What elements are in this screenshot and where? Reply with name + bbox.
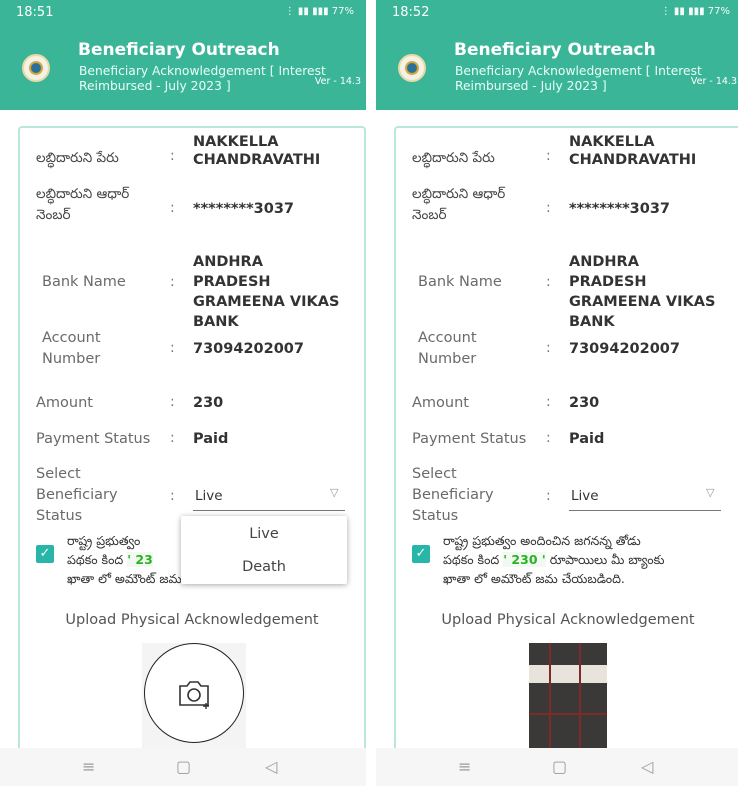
home-icon[interactable]: ▢ — [552, 757, 567, 776]
app-subtitle: Beneficiary Acknowledgement [ Interest R… — [79, 64, 326, 93]
payment-status-label: Payment Status — [36, 431, 151, 447]
dropdown-option-live[interactable]: Live — [181, 526, 347, 542]
phone-screen-right: 18:52 ⋮ ▮▮ ▮▮▮ 77% Beneficiary Outreach … — [376, 0, 738, 786]
beneficiary-card: లబ్ధిదారుని పేరు : NAKKELLA CHANDRAVATHI… — [18, 126, 366, 766]
colon: : — [170, 340, 175, 356]
app-logo — [22, 54, 50, 82]
name-label: లబ్ధిదారుని పేరు — [412, 150, 495, 166]
payment-status-label: Payment Status — [412, 431, 527, 447]
colon: : — [546, 340, 551, 356]
payment-status-value: Paid — [193, 431, 229, 447]
account-label: Account Number — [418, 330, 477, 367]
colon: : — [546, 394, 551, 410]
bank-value: ANDHRA PRADESH GRAMEENA VIKAS BANK — [569, 254, 716, 330]
upload-area[interactable] — [142, 643, 246, 751]
consent-line-1: రాష్ట్ర ప్రభుత్వం అందించిన జగనన్న తోడు — [443, 533, 641, 548]
app-title: Beneficiary Outreach — [454, 40, 656, 60]
account-label: Account Number — [42, 330, 101, 367]
amount-value: 230 — [193, 395, 224, 411]
consent-text: రాష్ట్ర ప్రభుత్వం అందించిన జగనన్న తోడు ప… — [443, 531, 713, 588]
status-icons: ⋮ ▮▮ ▮▮▮ 77% — [660, 6, 730, 17]
aadhaar-label: లబ్ధిదారుని ఆధార్ నెంబర్ — [412, 186, 506, 223]
aadhaar-value: ********3037 — [569, 201, 671, 217]
bank-value: ANDHRA PRADESH GRAMEENA VIKAS BANK — [193, 254, 340, 330]
status-dropdown-menu: Live Death — [181, 516, 347, 584]
colon: : — [170, 200, 175, 216]
menu-icon[interactable]: ≡ — [458, 757, 471, 776]
battery-level: 77% — [331, 6, 354, 17]
amount-label: Amount — [412, 395, 469, 411]
account-value: 73094202007 — [193, 341, 304, 357]
consent-line-2: పథకం కింద ' 230 ' రూపాయిలు మీ బ్యాంకు — [443, 552, 665, 567]
colon: : — [170, 488, 175, 504]
camera-button[interactable] — [144, 643, 244, 743]
battery-level: 77% — [707, 6, 730, 17]
phone-screen-left: 18:51 ⋮ ▮▮ ▮▮▮ 77% Beneficiary Outreach … — [0, 0, 366, 786]
app-title: Beneficiary Outreach — [78, 40, 280, 60]
app-logo — [398, 54, 426, 82]
beneficiary-status-label: Select Beneficiary Status — [412, 466, 494, 524]
name-label: లబ్ధిదారుని పేరు — [36, 150, 119, 166]
uploaded-photo-thumbnail[interactable] — [529, 643, 607, 751]
camera-icon — [179, 681, 209, 709]
chevron-down-icon[interactable]: ▽ — [330, 486, 338, 499]
status-icons: ⋮ ▮▮ ▮▮▮ 77% — [284, 6, 354, 17]
select-value[interactable]: Live — [195, 488, 223, 504]
amount-label: Amount — [36, 395, 93, 411]
status-time: 18:51 — [16, 5, 54, 20]
beneficiary-status-label: Select Beneficiary Status — [36, 466, 118, 524]
beneficiary-card: లబ్ధిదారుని పేరు : NAKKELLA CHANDRAVATHI… — [394, 126, 738, 766]
colon: : — [546, 148, 551, 164]
status-time: 18:52 — [392, 5, 430, 20]
colon: : — [170, 148, 175, 164]
upload-title: Upload Physical Acknowledgement — [441, 612, 695, 628]
aadhaar-value: ********3037 — [193, 201, 295, 217]
system-nav-bar: ≡ ▢ ◁ — [376, 748, 738, 786]
upload-title: Upload Physical Acknowledgement — [65, 612, 319, 628]
app-version: Ver - 14.3 — [314, 76, 361, 87]
consent-checkbox[interactable]: ✓ — [36, 545, 54, 563]
status-bar: 18:51 ⋮ ▮▮ ▮▮▮ 77% — [0, 0, 366, 26]
aadhaar-label: లబ్ధిదారుని ఆధార్ నెంబర్ — [36, 186, 130, 223]
chevron-down-icon[interactable]: ▽ — [706, 486, 714, 499]
select-underline — [193, 510, 345, 511]
colon: : — [170, 394, 175, 410]
consent-line-3: ఖాతా లో అమౌంట్ జమ చేయబడింది. — [443, 571, 625, 586]
back-icon[interactable]: ◁ — [265, 757, 277, 776]
select-value[interactable]: Live — [571, 488, 599, 504]
colon: : — [546, 430, 551, 446]
dropdown-option-death[interactable]: Death — [181, 559, 347, 575]
colon: : — [170, 430, 175, 446]
colon: : — [546, 200, 551, 216]
back-icon[interactable]: ◁ — [641, 757, 653, 776]
app-version: Ver - 14.3 — [690, 76, 737, 87]
amount-value: 230 — [569, 395, 600, 411]
payment-status-value: Paid — [569, 431, 605, 447]
home-icon[interactable]: ▢ — [176, 757, 191, 776]
bank-label: Bank Name — [418, 274, 502, 290]
system-nav-bar: ≡ ▢ ◁ — [0, 748, 366, 786]
status-bar: 18:52 ⋮ ▮▮ ▮▮▮ 77% — [376, 0, 738, 26]
account-value: 73094202007 — [569, 341, 680, 357]
colon: : — [170, 274, 175, 290]
bank-label: Bank Name — [42, 274, 126, 290]
colon: : — [546, 488, 551, 504]
colon: : — [546, 274, 551, 290]
app-header: 18:52 ⋮ ▮▮ ▮▮▮ 77% Beneficiary Outreach … — [376, 0, 738, 110]
menu-icon[interactable]: ≡ — [82, 757, 95, 776]
name-value: NAKKELLA CHANDRAVATHI — [193, 134, 321, 168]
app-header: 18:51 ⋮ ▮▮ ▮▮▮ 77% Beneficiary Outreach … — [0, 0, 366, 110]
consent-checkbox[interactable]: ✓ — [412, 545, 430, 563]
name-value: NAKKELLA CHANDRAVATHI — [569, 134, 697, 168]
select-underline — [569, 510, 721, 511]
app-subtitle: Beneficiary Acknowledgement [ Interest R… — [455, 64, 702, 93]
